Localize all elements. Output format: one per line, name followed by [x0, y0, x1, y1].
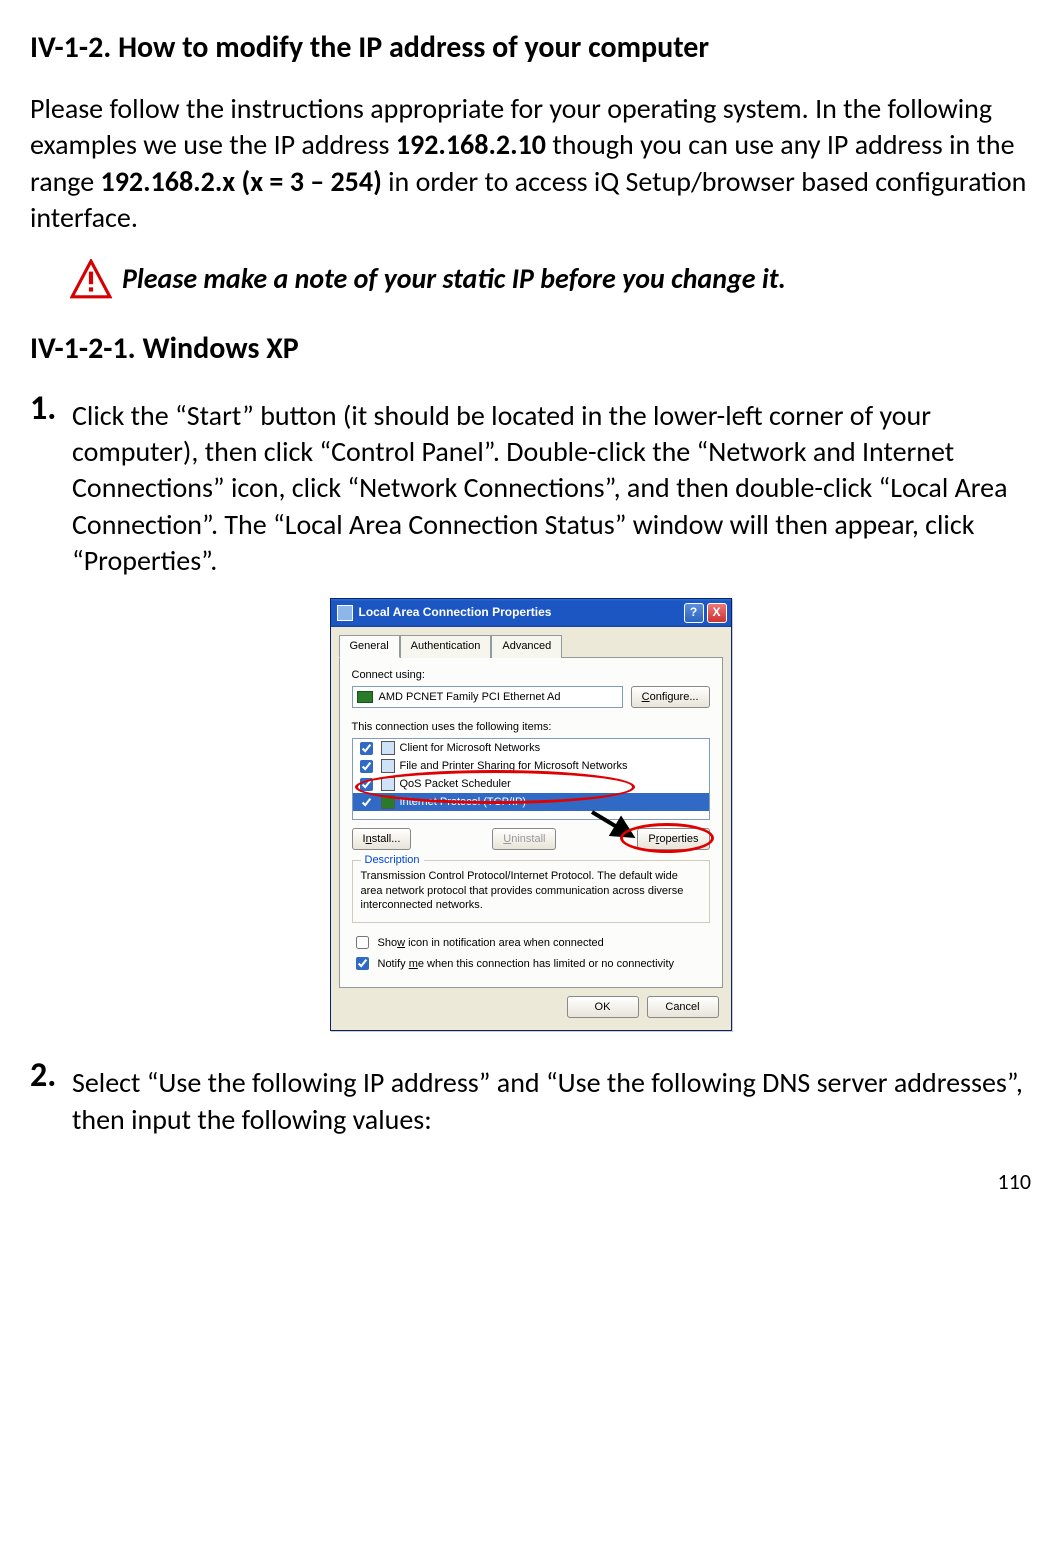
connect-using-label: Connect using: [352, 668, 710, 682]
general-panel: Connect using: AMD PCNET Family PCI Ethe… [339, 657, 723, 988]
description-group: Description Transmission Control Protoco… [352, 860, 710, 923]
item-checkbox[interactable] [360, 742, 373, 755]
list-item[interactable]: QoS Packet Scheduler [353, 775, 709, 793]
cancel-button[interactable]: Cancel [647, 996, 719, 1018]
step-number: 2. [30, 1059, 64, 1093]
page-number: 110 [30, 1168, 1031, 1197]
item-label: QoS Packet Scheduler [400, 777, 511, 791]
description-label: Description [361, 853, 424, 867]
item-label: File and Printer Sharing for Microsoft N… [400, 759, 628, 773]
adapter-name: AMD PCNET Family PCI Ethernet Ad [379, 690, 561, 704]
show-icon-label: Show icon in notification area when conn… [378, 936, 604, 950]
items-label: This connection uses the following items… [352, 720, 710, 734]
tab-authentication[interactable]: Authentication [400, 635, 492, 658]
warning-icon [70, 259, 112, 301]
dialog-titlebar[interactable]: Local Area Connection Properties ? X [331, 599, 731, 627]
item-checkbox[interactable] [360, 778, 373, 791]
item-label: Internet Protocol (TCP/IP) [400, 795, 527, 809]
step-2: 2. Select “Use the following IP address”… [30, 1059, 1031, 1138]
close-button[interactable]: X [707, 603, 727, 623]
section-heading: IV-1-2. How to modify the IP address of … [30, 28, 1031, 67]
warning-note: Please make a note of your static IP bef… [70, 259, 1031, 301]
install-button[interactable]: Install... [352, 828, 412, 850]
items-button-row: Install... Uninstall Properties [352, 828, 710, 850]
adapter-field[interactable]: AMD PCNET Family PCI Ethernet Ad [352, 686, 623, 708]
intro-ip-range: 192.168.2.x (x = 3 – 254) [101, 164, 382, 199]
dialog-buttons: OK Cancel [331, 996, 731, 1030]
items-listbox[interactable]: Client for Microsoft Networks File and P… [352, 738, 710, 820]
intro-paragraph: Please follow the instructions appropria… [30, 91, 1031, 237]
intro-ip-example: 192.168.2.10 [396, 127, 546, 162]
client-icon [381, 741, 395, 755]
item-checkbox[interactable] [360, 760, 373, 773]
dialog-title: Local Area Connection Properties [359, 605, 684, 621]
warning-text: Please make a note of your static IP bef… [122, 261, 786, 297]
nic-icon [357, 691, 373, 703]
configure-button-rest: onfigure... [650, 691, 699, 703]
properties-button[interactable]: Properties [637, 828, 709, 850]
step-text: Select “Use the following IP address” an… [72, 1059, 1031, 1138]
protocol-icon [381, 795, 395, 809]
service-icon [381, 777, 395, 791]
description-text: Transmission Control Protocol/Internet P… [361, 869, 701, 912]
notify-checkbox[interactable] [356, 957, 369, 970]
screenshot-figure: Local Area Connection Properties ? X Gen… [30, 598, 1031, 1032]
step-text: Click the “Start” button (it should be l… [72, 392, 1031, 580]
notify-label: Notify me when this connection has limit… [378, 957, 675, 971]
dialog-tabs: General Authentication Advanced [331, 627, 731, 657]
tab-advanced[interactable]: Advanced [491, 635, 562, 658]
show-icon-checkbox[interactable] [356, 936, 369, 949]
dialog-title-icon [337, 605, 353, 621]
item-label: Client for Microsoft Networks [400, 741, 541, 755]
step-1: 1. Click the “Start” button (it should b… [30, 392, 1031, 580]
xp-dialog: Local Area Connection Properties ? X Gen… [330, 598, 732, 1032]
list-item[interactable]: Client for Microsoft Networks [353, 739, 709, 757]
tab-general[interactable]: General [339, 635, 400, 658]
subsection-heading: IV-1-2-1. Windows XP [30, 329, 1031, 368]
configure-button[interactable]: Configure... [631, 686, 710, 708]
list-item[interactable]: File and Printer Sharing for Microsoft N… [353, 757, 709, 775]
service-icon [381, 759, 395, 773]
item-checkbox[interactable] [360, 796, 373, 809]
list-item-selected[interactable]: Internet Protocol (TCP/IP) [353, 793, 709, 811]
uninstall-button[interactable]: Uninstall [492, 828, 556, 850]
step-number: 1. [30, 392, 64, 426]
ok-button[interactable]: OK [567, 996, 639, 1018]
help-button[interactable]: ? [684, 603, 704, 623]
